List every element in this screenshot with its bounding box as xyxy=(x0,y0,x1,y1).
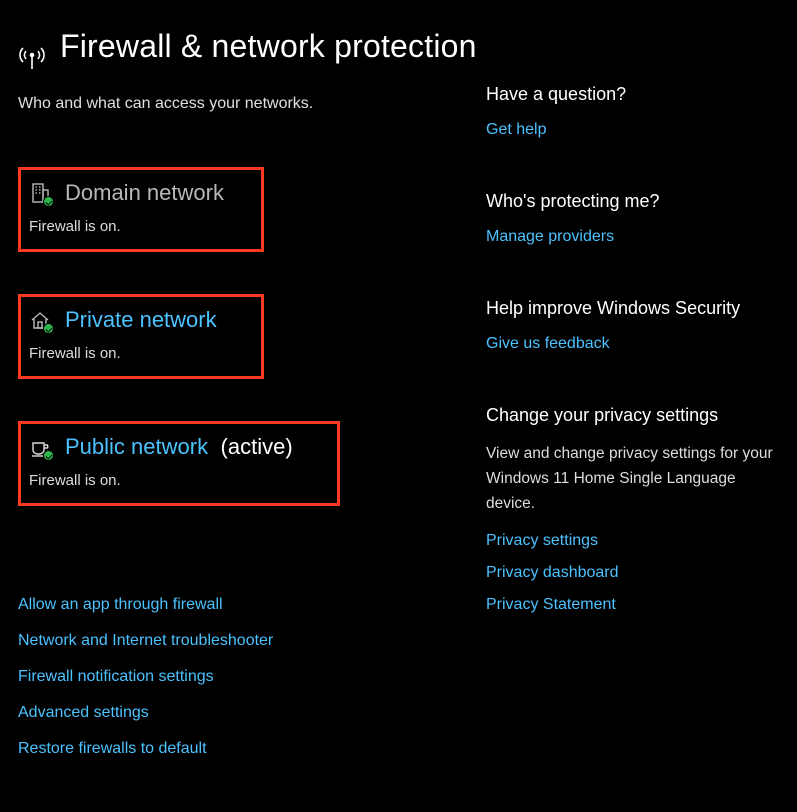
link-privacy-settings[interactable]: Privacy settings xyxy=(486,532,779,550)
link-manage-providers[interactable]: Manage providers xyxy=(486,228,779,246)
page-subtitle: Who and what can access your networks. xyxy=(18,95,486,113)
sidebar-protecting-title: Who's protecting me? xyxy=(486,191,779,212)
link-allow-app[interactable]: Allow an app through firewall xyxy=(18,596,486,614)
link-restore-defaults[interactable]: Restore firewalls to default xyxy=(18,740,486,758)
network-private[interactable]: Private network Firewall is on. xyxy=(18,294,264,379)
antenna-icon xyxy=(18,44,46,75)
link-privacy-statement[interactable]: Privacy Statement xyxy=(486,596,779,614)
link-privacy-dashboard[interactable]: Privacy dashboard xyxy=(486,564,779,582)
link-notification-settings[interactable]: Firewall notification settings xyxy=(18,668,486,686)
network-status: Firewall is on. xyxy=(29,472,329,489)
link-advanced-settings[interactable]: Advanced settings xyxy=(18,704,486,722)
network-label: Private network xyxy=(65,307,217,333)
network-status: Firewall is on. xyxy=(29,345,253,362)
link-troubleshooter[interactable]: Network and Internet troubleshooter xyxy=(18,632,486,650)
network-status: Firewall is on. xyxy=(29,218,253,235)
network-domain[interactable]: Domain network Firewall is on. xyxy=(18,167,264,252)
home-icon xyxy=(29,309,51,331)
cafe-icon xyxy=(29,436,51,458)
link-feedback[interactable]: Give us feedback xyxy=(486,335,779,353)
sidebar-privacy-title: Change your privacy settings xyxy=(486,405,779,426)
link-get-help[interactable]: Get help xyxy=(486,121,779,139)
page-title: Firewall & network protection xyxy=(60,24,477,69)
network-label: Public network xyxy=(65,434,208,459)
sidebar-question-title: Have a question? xyxy=(486,84,779,105)
network-label: Domain network xyxy=(65,180,224,206)
sidebar-privacy-text: View and change privacy settings for you… xyxy=(486,442,779,516)
network-public[interactable]: Public network (active) Firewall is on. xyxy=(18,421,340,506)
sidebar-improve-title: Help improve Windows Security xyxy=(486,298,779,319)
building-icon xyxy=(29,182,51,204)
network-active-tag: (active) xyxy=(221,434,293,459)
